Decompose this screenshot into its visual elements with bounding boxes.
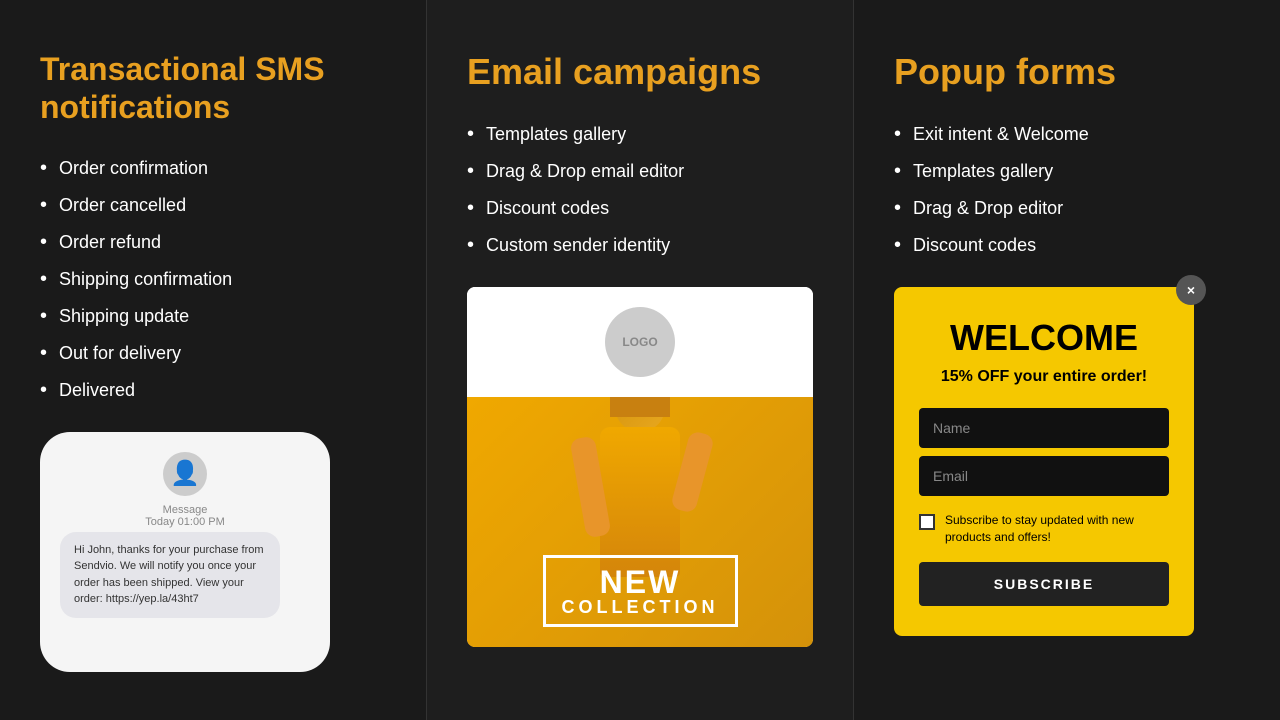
logo-circle: LOGO — [605, 307, 675, 377]
phone-bubble: Hi John, thanks for your purchase from S… — [60, 532, 280, 618]
phone-avatar: 👤 — [163, 452, 207, 496]
left-bullet-item: Shipping update — [40, 305, 386, 328]
popup-form: × WELCOME 15% OFF your entire order! Sub… — [894, 287, 1194, 635]
left-bullet-item: Order cancelled — [40, 194, 386, 217]
right-bullet-list: Exit intent & Welcome Templates gallery Dr… — [894, 123, 1240, 257]
left-bullet-item: Order refund — [40, 231, 386, 254]
popup-welcome-text: WELCOME — [919, 317, 1169, 359]
center-bullet-item: Custom sender identity — [467, 234, 813, 257]
left-bullet-item: Out for delivery — [40, 342, 386, 365]
left-bullet-item: Order confirmation — [40, 157, 386, 180]
popup-subscribe-checkbox[interactable] — [919, 514, 935, 530]
center-bullet-list: Templates gallery Drag & Drop email edito… — [467, 123, 813, 257]
center-panel: Email campaigns Templates gallery Drag & … — [427, 0, 854, 720]
left-bullet-list: Order confirmation Order cancelled Order r… — [40, 157, 386, 402]
popup-checkbox-row: Subscribe to stay updated with new produ… — [919, 512, 1169, 546]
email-image: NEW COLLECTION — [467, 397, 813, 647]
phone-mockup: 👤 Message Today 01:00 PM Hi John, thanks… — [40, 432, 330, 672]
center-bullet-item: Drag & Drop email editor — [467, 160, 813, 183]
email-header: LOGO — [467, 287, 813, 397]
left-panel-title: Transactional SMS notifications — [40, 50, 386, 127]
right-bullet-item: Discount codes — [894, 234, 1240, 257]
left-bullet-item: Delivered — [40, 379, 386, 402]
left-panel: Transactional SMS notifications Order co… — [0, 0, 427, 720]
new-collection-badge: NEW COLLECTION — [543, 555, 738, 627]
avatar-icon: 👤 — [170, 459, 200, 488]
popup-close-button[interactable]: × — [1176, 275, 1206, 305]
popup-subtitle: 15% OFF your entire order! — [919, 367, 1169, 388]
center-bullet-item: Templates gallery — [467, 123, 813, 146]
left-bullet-item: Shipping confirmation — [40, 268, 386, 291]
right-bullet-item: Templates gallery — [894, 160, 1240, 183]
popup-checkbox-label: Subscribe to stay updated with new produ… — [945, 512, 1169, 546]
phone-message-label: Message Today 01:00 PM — [145, 504, 225, 528]
center-bullet-item: Discount codes — [467, 197, 813, 220]
right-bullet-item: Exit intent & Welcome — [894, 123, 1240, 146]
right-bullet-item: Drag & Drop editor — [894, 197, 1240, 220]
center-panel-title: Email campaigns — [467, 50, 813, 93]
popup-name-input[interactable] — [919, 408, 1169, 448]
right-panel-title: Popup forms — [894, 50, 1240, 93]
popup-form-container: × WELCOME 15% OFF your entire order! Sub… — [894, 287, 1240, 635]
email-preview: LOGO NEW COLLECTION — [467, 287, 813, 647]
right-panel: Popup forms Exit intent & Welcome Templat… — [854, 0, 1280, 720]
popup-subscribe-button[interactable]: SUBSCRIBE — [919, 562, 1169, 606]
popup-email-input[interactable] — [919, 456, 1169, 496]
